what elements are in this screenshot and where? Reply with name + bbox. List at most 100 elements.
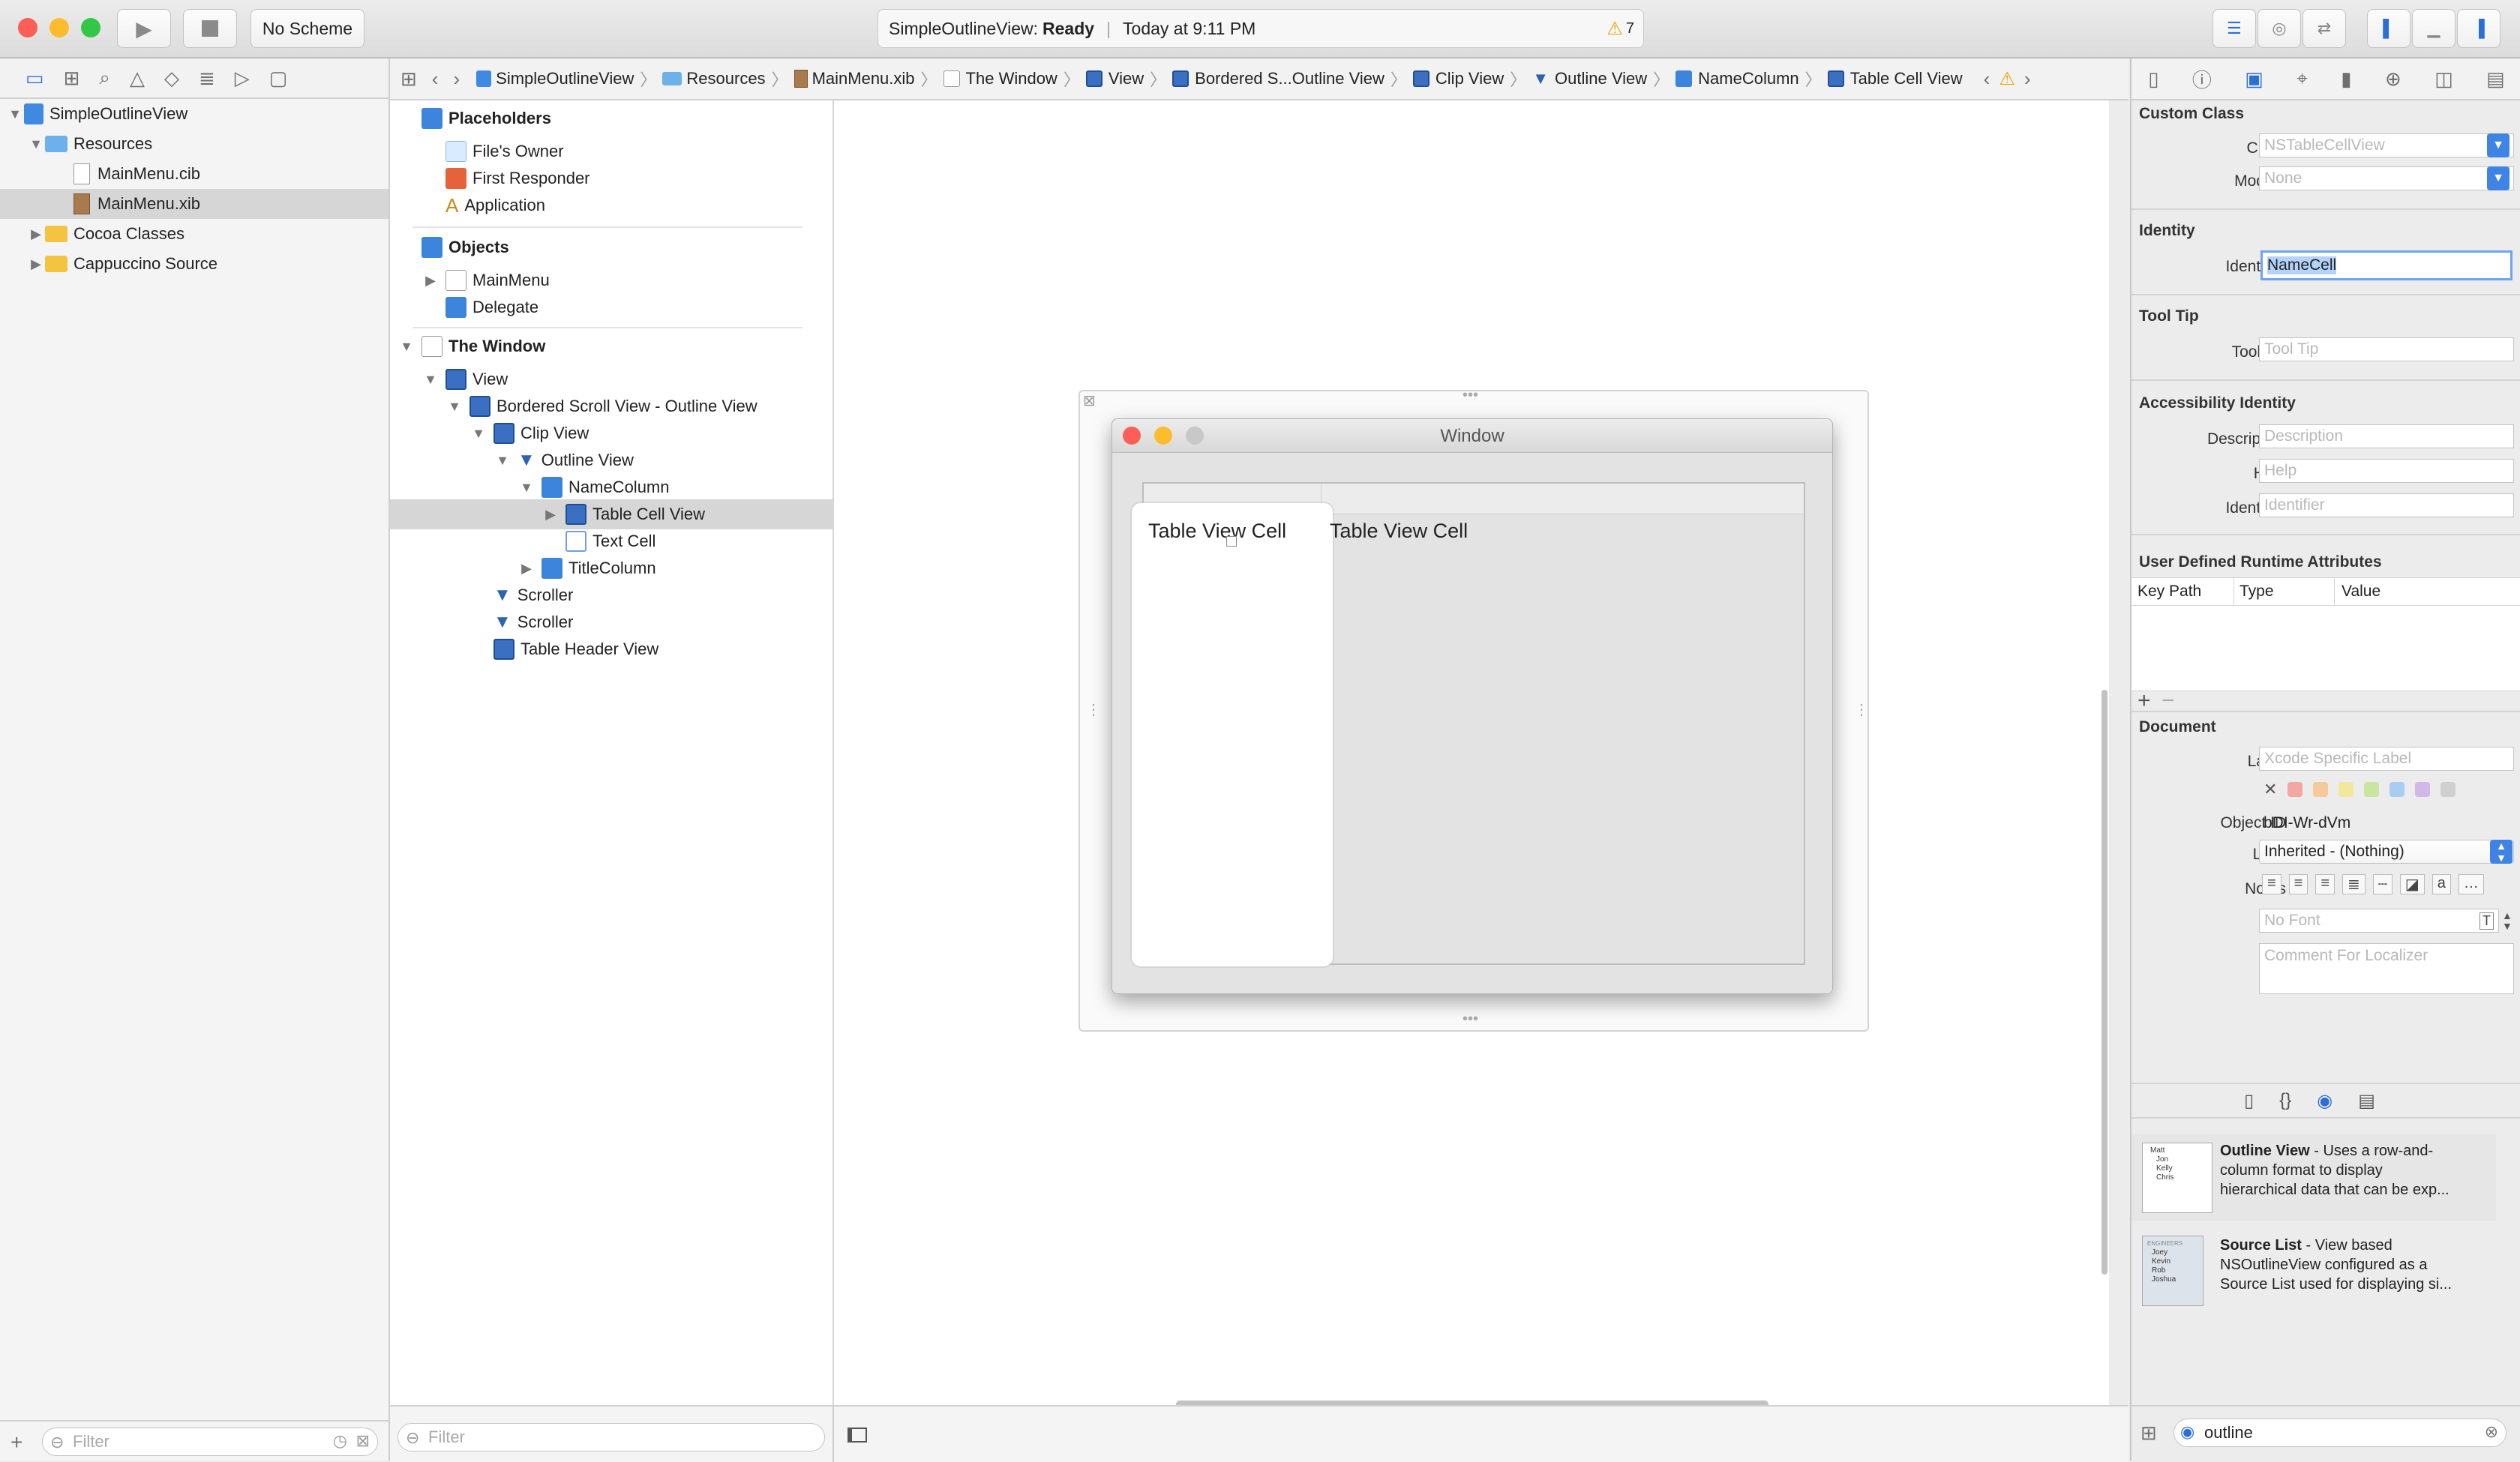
connections-inspector-icon[interactable]: ⊕ [2385, 67, 2402, 91]
xcode-label-field[interactable]: Xcode Specific Label [2259, 747, 2514, 771]
code-snippet-icon[interactable]: {} [2279, 1090, 2291, 1112]
outline-item-outline-view[interactable]: ▼ ▼ Outline View [390, 445, 634, 475]
breadcrumb-item[interactable]: MainMenu.xib [812, 69, 915, 88]
breadcrumb-item[interactable]: Bordered S...Outline View [1195, 69, 1384, 88]
align-center-icon[interactable]: ≡ [2288, 874, 2308, 894]
breadcrumb-item[interactable]: NameColumn [1698, 69, 1799, 88]
clear-label-icon[interactable]: ✕ [2264, 780, 2277, 799]
outline-item-title-column[interactable]: ▶ TitleColumn [390, 553, 656, 583]
stop-button[interactable] [183, 9, 237, 48]
breadcrumb-item[interactable]: SimpleOutlineView [496, 69, 634, 88]
lock-popup[interactable]: Inherited - (Nothing) [2259, 840, 2514, 864]
assistant-editor-button[interactable]: ◎ [2258, 9, 2301, 48]
class-dropdown-button[interactable]: ▼ [2487, 133, 2510, 157]
report-icon[interactable]: ▢ [269, 67, 288, 90]
disclosure-expanded-icon[interactable]: ▼ [27, 136, 45, 152]
hierarchy-icon[interactable]: ⊞ [64, 67, 80, 90]
disclosure-expanded-icon[interactable]: ▼ [422, 372, 440, 388]
outline-section-the-window[interactable]: ▼ The Window [390, 331, 545, 361]
size-inspector-icon[interactable]: ▮ [2341, 67, 2351, 91]
forward-icon[interactable]: › [453, 67, 460, 91]
grid-view-icon[interactable]: ⊞ [2140, 1422, 2157, 1445]
add-attribute-button[interactable]: + [2138, 688, 2151, 714]
previous-issue-icon[interactable]: ‹ [1984, 67, 1990, 91]
library-search-input[interactable]: ◉ outline ⊗ [2174, 1419, 2506, 1447]
align-right-icon[interactable]: ≡ [2315, 874, 2336, 894]
label-color-swatch[interactable] [2364, 782, 2380, 797]
tree-item-cappuccino-source[interactable]: ▶ Cappuccino Source [0, 249, 388, 279]
version-editor-button[interactable]: ⇄ [2302, 9, 2346, 48]
file-template-icon[interactable]: ▯ [2244, 1090, 2254, 1112]
module-field[interactable]: None [2259, 166, 2514, 190]
breadcrumb-item[interactable]: Table Cell View [1850, 69, 1963, 88]
outline-view[interactable]: Table View Cell Table View Cell [1132, 482, 1805, 966]
outline-item-table-header-view[interactable]: Table Header View [390, 634, 658, 664]
outline-item-files-owner[interactable]: File's Owner [390, 136, 564, 166]
label-color-swatch[interactable] [2390, 782, 2405, 797]
breadcrumb-item[interactable]: Resources [686, 69, 765, 88]
column-header-value[interactable]: Value [2342, 583, 2380, 601]
outline-item-scroller[interactable]: ▼ Scroller [390, 607, 573, 637]
identifier-field[interactable]: NameCell [2260, 250, 2512, 280]
toggle-utilities-button[interactable]: ▐ [2457, 9, 2500, 48]
more-options-icon[interactable]: … [2458, 874, 2484, 894]
view-effects-icon[interactable]: ▤ [2486, 67, 2505, 91]
outline-item-delegate[interactable]: Delegate [390, 292, 538, 322]
resize-handle-icon[interactable]: ••• [1462, 387, 1478, 404]
toggle-debug-area-button[interactable]: ▁ [2412, 9, 2456, 48]
document-outline-toggle-icon[interactable] [848, 1428, 867, 1443]
column-header-type[interactable]: Type [2240, 583, 2274, 601]
outline-item-view[interactable]: ▼ View [390, 364, 508, 394]
attributes-inspector-icon[interactable]: ⌖ [2296, 67, 2308, 91]
disclosure-expanded-icon[interactable]: ▼ [470, 426, 488, 442]
description-field[interactable]: Description [2259, 424, 2514, 448]
disclosure-expanded-icon[interactable]: ▼ [398, 339, 416, 355]
library-item-source-list[interactable]: ENGINEERS Joey Kevin Rob Joshua Source L… [2132, 1228, 2496, 1315]
text-color-icon[interactable]: ◪ [2399, 874, 2425, 894]
breadcrumb-item[interactable]: View [1108, 69, 1144, 88]
test-icon[interactable]: ◇ [164, 67, 179, 90]
label-color-swatch[interactable] [2288, 782, 2303, 797]
disclosure-expanded-icon[interactable]: ▼ [494, 453, 512, 469]
scheme-selector[interactable]: No Scheme [250, 9, 364, 48]
disclosure-collapsed-icon[interactable]: ▶ [542, 507, 560, 523]
tree-item-mainmenu-cib[interactable]: MainMenu.cib [0, 159, 388, 189]
breakpoint-icon[interactable]: ▷ [235, 67, 250, 90]
vertical-scrollbar[interactable] [2102, 690, 2108, 1275]
toggle-navigator-button[interactable]: ▌ [2367, 9, 2410, 48]
tree-item-project[interactable]: ▼ SimpleOutlineView [0, 99, 388, 129]
warning-indicator[interactable]: ⚠ 7 [1606, 18, 1634, 40]
help-field[interactable]: Help [2259, 459, 2514, 483]
clear-search-icon[interactable]: ⊗ [2485, 1422, 2498, 1442]
accessibility-identifier-field[interactable]: Identifier [2259, 493, 2514, 517]
disclosure-collapsed-icon[interactable]: ▶ [518, 561, 536, 577]
folder-icon[interactable]: ▭ [26, 67, 44, 90]
back-icon[interactable]: ‹ [432, 67, 439, 91]
designed-window[interactable]: Window Table View Cell Table View Cell [1112, 418, 1833, 994]
font-field[interactable]: No Font T [2259, 909, 2499, 933]
tree-item-cocoa-classes[interactable]: ▶ Cocoa Classes [0, 219, 388, 249]
disclosure-collapsed-icon[interactable]: ▶ [422, 273, 440, 289]
warning-icon[interactable]: △ [130, 67, 145, 90]
related-items-icon[interactable]: ⊞ [400, 67, 417, 91]
outline-item-clip-view[interactable]: ▼ Clip View [390, 418, 589, 448]
scm-filter-icon[interactable]: ⊠ [356, 1431, 370, 1451]
table-view-cell-title[interactable]: Table View Cell [1330, 520, 1468, 543]
tool-tip-field[interactable]: Tool Tip [2259, 337, 2514, 361]
quick-help-icon[interactable]: ⓘ [2192, 65, 2212, 93]
breadcrumb-item[interactable]: The Window [966, 69, 1058, 88]
window-scene[interactable]: ⊠ ••• ••• ⋮ ⋮ Window Table View Cell Tab… [1078, 387, 1869, 1032]
resize-handle-icon[interactable]: ⋮ [1854, 700, 1869, 719]
media-library-icon[interactable]: ▤ [2358, 1090, 2375, 1112]
navigator-filter-input[interactable]: ⊖ Filter ◷ ⊠ [42, 1428, 378, 1456]
standard-editor-button[interactable]: ☰ [2212, 9, 2256, 48]
zoom-window-button[interactable] [81, 18, 100, 37]
font-picker-icon[interactable]: T [2480, 912, 2494, 930]
natural-align-icon[interactable]: ┄ [2372, 874, 2392, 894]
add-icon[interactable]: + [10, 1431, 22, 1455]
run-button[interactable]: ▶ [117, 9, 171, 48]
justify-icon[interactable]: ≣ [2342, 874, 2366, 894]
text-background-icon[interactable]: a [2432, 874, 2451, 894]
library-item-outline-view[interactable]: Matt Jon Kelly Chris Outline View - Uses… [2132, 1134, 2496, 1221]
disclosure-collapsed-icon[interactable]: ▶ [27, 226, 45, 242]
